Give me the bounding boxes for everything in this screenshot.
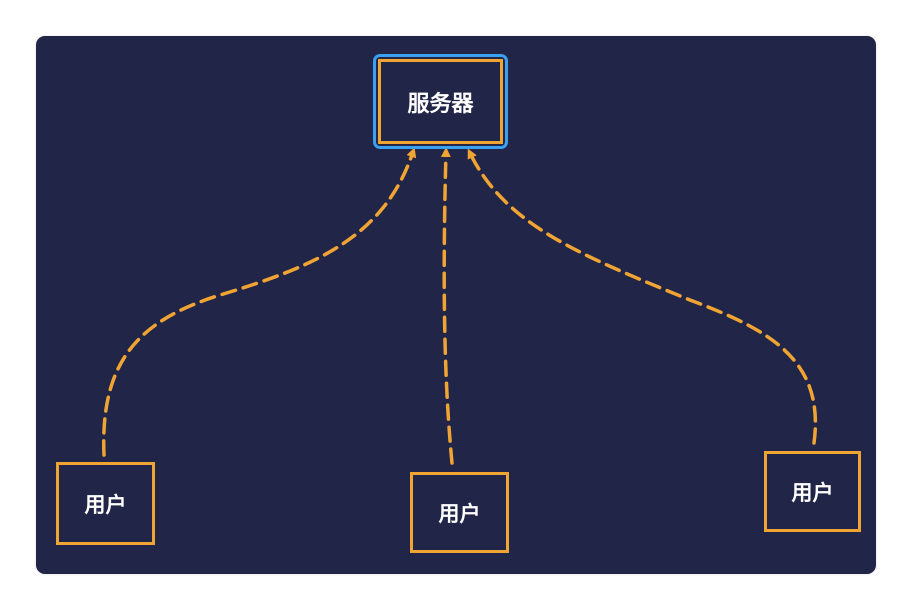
- user-node-center[interactable]: 用户: [410, 472, 509, 553]
- server-label: 服务器: [407, 91, 474, 117]
- user-node-left[interactable]: 用户: [56, 462, 155, 545]
- user-node-right[interactable]: 用户: [764, 451, 861, 532]
- user-label: 用户: [791, 480, 834, 505]
- server-node[interactable]: 服务器: [378, 59, 503, 144]
- user-label: 用户: [84, 492, 127, 517]
- user-label: 用户: [438, 501, 481, 526]
